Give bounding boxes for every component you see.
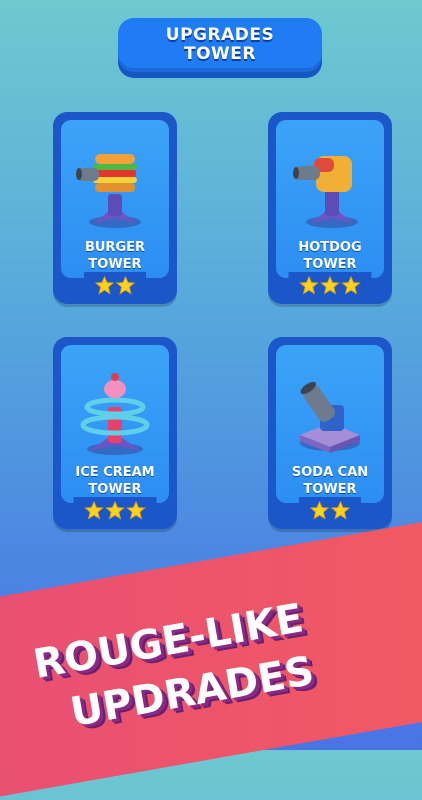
star-icon [310, 500, 329, 520]
card-label-line-2: TOWER [303, 257, 357, 272]
card-label-line-1: SODA CAN [291, 465, 369, 480]
star-icon [84, 500, 104, 520]
card-label-line-2: TOWER [88, 257, 142, 272]
card-label-line-2: TOWER [88, 482, 142, 497]
title-line-1: UPGRADES [165, 25, 275, 45]
hotdog-tower-icon [293, 156, 358, 228]
star-rating [299, 497, 361, 523]
card-label-line-2: TOWER [303, 482, 357, 497]
card-label-line-1: ICE CREAM [75, 465, 155, 480]
promo-banner [0, 517, 422, 800]
star-icon [116, 275, 135, 295]
title-line-2: TOWER [183, 44, 256, 64]
star-icon [105, 500, 125, 520]
ice-cream-tower-icon [80, 373, 150, 455]
star-rating [73, 497, 157, 523]
card-soda-can-tower[interactable]: SODA CAN TOWER [268, 337, 392, 529]
star-icon [331, 500, 350, 520]
star-rating [288, 272, 372, 298]
star-icon [95, 275, 114, 295]
star-icon [341, 275, 361, 295]
card-label-line-1: HOTDOG [298, 240, 362, 255]
card-burger-tower[interactable]: BURGER TOWER [53, 112, 177, 304]
title-button[interactable]: UPGRADES TOWER [118, 18, 322, 72]
star-icon [126, 500, 146, 520]
card-label-line-1: BURGER [84, 240, 146, 255]
burger-tower-icon [76, 154, 141, 228]
card-ice-cream-tower[interactable]: ICE CREAM TOWER [53, 337, 177, 529]
star-icon [320, 275, 340, 295]
star-rating [84, 272, 146, 298]
soda-can-tower-icon [300, 381, 360, 453]
star-icon [299, 275, 319, 295]
card-hotdog-tower[interactable]: HOTDOG TOWER [268, 112, 392, 304]
